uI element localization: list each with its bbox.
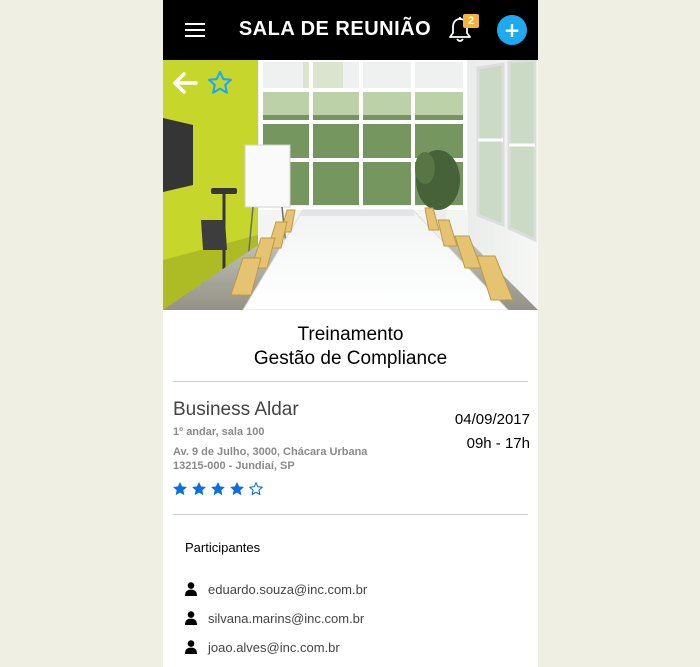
room-photo (163, 60, 538, 310)
user-icon (185, 611, 197, 625)
star-filled-icon (230, 482, 244, 495)
participants-title: Participantes (185, 540, 261, 555)
participant-email: silvana.marins@inc.com.br (208, 610, 365, 626)
venue-floor: 1º andar, sala 100 (173, 426, 265, 438)
back-button[interactable] (171, 70, 199, 96)
participant-item[interactable]: silvana.marins@inc.com.br (185, 609, 364, 627)
participant-item[interactable]: joao.alves@inc.com.br (185, 638, 340, 656)
user-icon (185, 582, 197, 596)
participant-email: eduardo.souza@inc.com.br (208, 581, 368, 597)
app-screen: SALA DE REUNIÃO 2 + Treinamento Gestão d… (163, 0, 538, 667)
favorite-button[interactable] (206, 69, 234, 97)
star-empty-icon (249, 482, 263, 496)
notifications-button[interactable]: 2 (447, 14, 479, 44)
venue-address-line1: Av. 9 de Julho, 3000, Chácara Urbana (173, 446, 368, 458)
divider (173, 381, 528, 382)
star-filled-icon (211, 482, 225, 495)
top-bar: SALA DE REUNIÃO 2 + (163, 0, 538, 60)
divider (173, 514, 528, 515)
page-title: SALA DE REUNIÃO (238, 18, 432, 40)
venue-name: Business Aldar (173, 399, 299, 420)
event-title-line2: Gestão de Compliance (253, 348, 448, 369)
star-filled-icon (173, 482, 187, 495)
event-title-line1: Treinamento (297, 324, 404, 345)
venue-address: Av. 9 de Julho, 3000, Chácara Urbana 132… (173, 445, 367, 473)
add-button[interactable]: + (497, 15, 527, 45)
star-outline-icon (207, 70, 233, 94)
arrow-left-icon (173, 72, 198, 94)
event-date: 04/09/2017 (454, 411, 530, 428)
star-filled-icon (192, 482, 206, 495)
event-title: Treinamento Gestão de Compliance (173, 323, 528, 371)
venue-rating (172, 481, 264, 499)
event-time: 09h - 17h (466, 435, 530, 452)
venue-address-line2: 13215-000 - Jundiaí, SP (173, 460, 295, 472)
participant-email: joao.alves@inc.com.br (208, 639, 340, 655)
menu-icon[interactable] (185, 21, 205, 39)
meeting-room-image (163, 60, 538, 310)
participant-item[interactable]: eduardo.souza@inc.com.br (185, 580, 367, 598)
user-icon (185, 640, 197, 654)
notification-badge: 2 (463, 14, 479, 28)
